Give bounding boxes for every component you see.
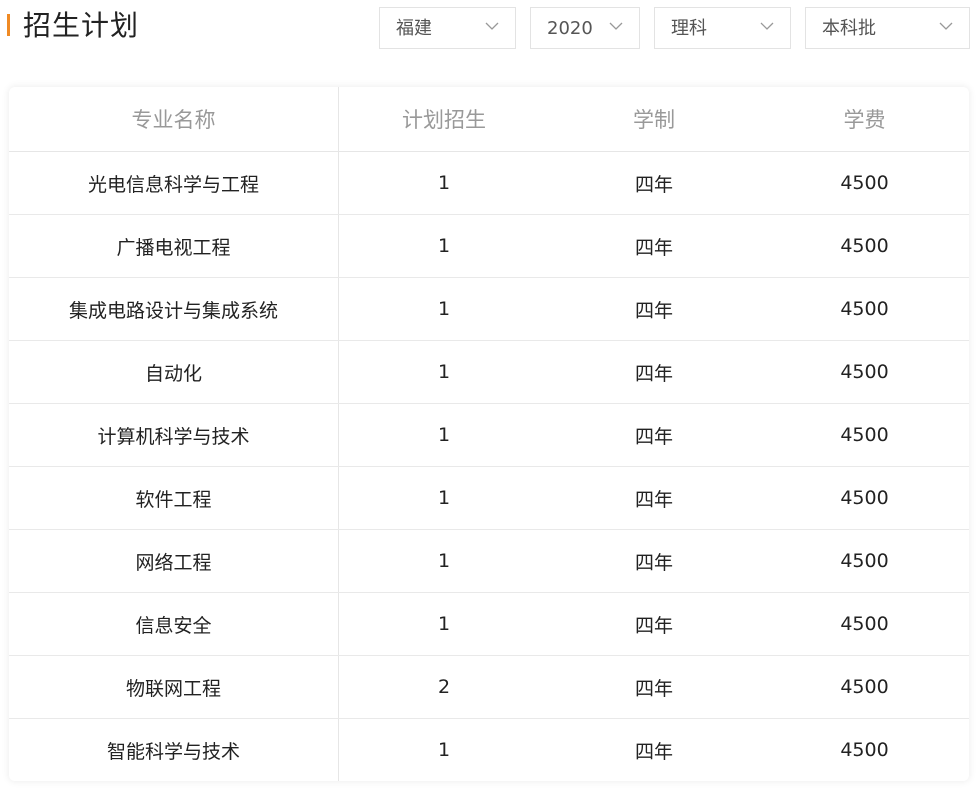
cell-plan: 1 (338, 277, 549, 341)
cell-fee: 4500 (759, 655, 969, 719)
cell-duration: 四年 (549, 277, 759, 341)
column-header-major: 专业名称 (9, 87, 339, 152)
cell-duration: 四年 (549, 403, 759, 467)
cell-fee: 4500 (759, 151, 969, 215)
cell-plan: 2 (338, 655, 549, 719)
cell-major: 软件工程 (9, 466, 339, 530)
cell-plan: 1 (338, 529, 549, 593)
subject-select-value: 理科 (671, 18, 707, 39)
title-accent-bar (7, 14, 10, 36)
cell-major: 自动化 (9, 340, 339, 404)
province-select[interactable]: 福建 (379, 7, 516, 49)
cell-major: 广播电视工程 (9, 214, 339, 278)
cell-duration: 四年 (549, 466, 759, 530)
table-row: 信息安全 1 四年 4500 (9, 592, 969, 656)
table-row: 物联网工程 2 四年 4500 (9, 655, 969, 719)
cell-fee: 4500 (759, 277, 969, 341)
cell-duration: 四年 (549, 340, 759, 404)
cell-major: 计算机科学与技术 (9, 403, 339, 467)
table-row: 网络工程 1 四年 4500 (9, 529, 969, 593)
cell-fee: 4500 (759, 592, 969, 656)
page-header: 招生计划 福建 2020 理科 本科批 (0, 0, 979, 60)
cell-plan: 1 (338, 214, 549, 278)
year-select[interactable]: 2020 (530, 7, 640, 49)
cell-major: 集成电路设计与集成系统 (9, 277, 339, 341)
table-header-row: 专业名称 计划招生 学制 学费 (9, 87, 969, 152)
cell-duration: 四年 (549, 529, 759, 593)
cell-fee: 4500 (759, 466, 969, 530)
cell-plan: 1 (437, 739, 451, 761)
cell-duration: 四年 (549, 151, 759, 215)
cell-major: 信息安全 (9, 592, 339, 656)
cell-fee: 4500 (759, 214, 969, 278)
table-row: 智能科学与技术 1 四年 4500 (9, 718, 969, 781)
cell-plan: 1 (338, 151, 549, 215)
chevron-down-icon (939, 22, 953, 31)
province-select-value: 福建 (396, 18, 432, 39)
cell-plan: 1 (338, 466, 549, 530)
enrollment-plan-table: 专业名称 计划招生 学制 学费 光电信息科学与工程 1 四年 4500 广播电视… (9, 87, 969, 781)
table-row: 光电信息科学与工程 1 四年 4500 (9, 151, 969, 215)
table-row: 集成电路设计与集成系统 1 四年 4500 (9, 277, 969, 341)
cell-fee: 4500 (759, 340, 969, 404)
cell-plan: 1 (338, 340, 549, 404)
cell-duration: 四年 (549, 592, 759, 656)
year-select-value: 2020 (547, 18, 593, 39)
chevron-down-icon (485, 22, 499, 31)
cell-duration: 四年 (549, 214, 759, 278)
chevron-down-icon (609, 22, 623, 31)
subject-select[interactable]: 理科 (654, 7, 791, 49)
column-header-plan: 计划招生 (338, 87, 549, 152)
column-header-duration: 学制 (549, 87, 759, 152)
cell-major: 网络工程 (9, 529, 339, 593)
cell-major: 物联网工程 (9, 655, 339, 719)
cell-plan: 1 (338, 592, 549, 656)
cell-major: 智能科学与技术 (9, 718, 339, 781)
cell-major: 光电信息科学与工程 (9, 151, 339, 215)
cell-duration: 四年 (549, 655, 759, 719)
cell-duration: 四年 (634, 740, 673, 763)
enrollment-plan-table-card: 专业名称 计划招生 学制 学费 光电信息科学与工程 1 四年 4500 广播电视… (9, 87, 969, 781)
batch-select[interactable]: 本科批 (805, 7, 970, 49)
table-row: 广播电视工程 1 四年 4500 (9, 214, 969, 278)
cell-fee: 4500 (840, 739, 889, 761)
cell-plan: 1 (338, 403, 549, 467)
batch-select-value: 本科批 (822, 18, 876, 39)
chevron-down-icon (760, 22, 774, 31)
page-title: 招生计划 (23, 9, 140, 42)
column-header-fee: 学费 (759, 87, 969, 152)
cell-fee: 4500 (759, 403, 969, 467)
table-row: 软件工程 1 四年 4500 (9, 466, 969, 530)
table-row: 计算机科学与技术 1 四年 4500 (9, 403, 969, 467)
table-row: 自动化 1 四年 4500 (9, 340, 969, 404)
cell-fee: 4500 (759, 529, 969, 593)
